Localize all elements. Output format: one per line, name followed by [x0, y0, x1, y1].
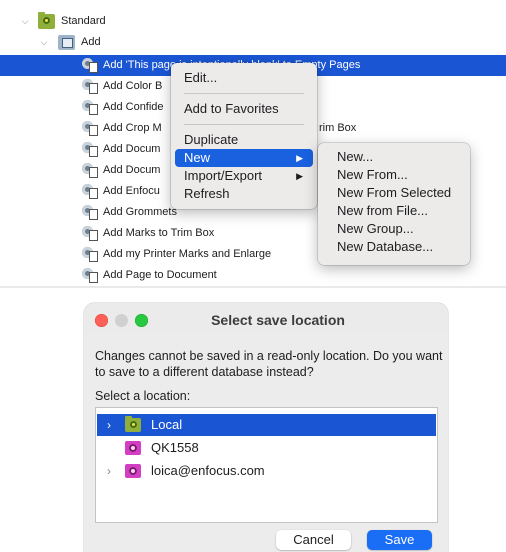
tree-row-add-category[interactable]: ⌵ Add — [0, 32, 506, 53]
tree-row-label: Add Docum — [103, 164, 161, 176]
menu-item-label: Add to Favorites — [184, 101, 279, 116]
menu-item-label: New From... — [337, 167, 408, 182]
menu-item-label: New... — [337, 149, 374, 164]
location-label: loica@enfocus.com — [151, 463, 265, 478]
tree-row-label: Add — [81, 36, 101, 48]
tree-row-label: Add Page to Document — [103, 269, 217, 281]
dialog-titlebar: Select save location — [84, 303, 448, 333]
folder-icon — [125, 416, 141, 432]
folder-icon — [38, 12, 55, 29]
tree-row-label: Add Marks to Trim Box — [103, 227, 215, 239]
location-row-local[interactable]: › Local — [97, 414, 436, 436]
submenu-item-new-group[interactable]: New Group... — [322, 220, 466, 238]
menu-separator — [184, 93, 304, 94]
submenu-arrow-icon: ▶ — [296, 153, 303, 163]
action-list-icon — [82, 142, 98, 157]
dialog-title: Select save location — [211, 312, 345, 328]
tree-row-label: Add Color B — [103, 80, 163, 92]
menu-item-label: New Group... — [337, 221, 414, 236]
action-list-icon — [82, 121, 98, 136]
database-icon — [125, 464, 141, 478]
location-row-qk1558[interactable]: QK1558 — [97, 437, 436, 459]
menu-item-label: Refresh — [184, 186, 230, 201]
menu-item-label: Edit... — [184, 70, 218, 85]
action-list-icon — [82, 247, 98, 262]
menu-item-label: New — [184, 150, 211, 165]
menu-item-label: New Database... — [337, 239, 434, 254]
submenu-item-new-from[interactable]: New From... — [322, 166, 466, 184]
menu-item-import-export[interactable]: Import/Export ▶ — [175, 167, 313, 185]
submenu-item-new[interactable]: New... — [322, 148, 466, 166]
tree-row-label: Add Confide — [103, 101, 164, 113]
action-list-icon — [82, 58, 98, 73]
location-row-loica[interactable]: › loica@enfocus.com — [97, 460, 436, 482]
category-icon — [58, 35, 75, 50]
chevron-right-icon[interactable]: › — [103, 414, 115, 436]
submenu-arrow-icon: ▶ — [296, 171, 303, 181]
action-list-icon — [82, 268, 98, 283]
menu-item-label: New from File... — [337, 203, 429, 218]
action-list-icon — [82, 100, 98, 115]
menu-item-label: Import/Export — [184, 168, 263, 183]
location-list[interactable]: › Local QK1558 › loica@enfocus.com — [95, 407, 438, 523]
submenu-item-new-from-file[interactable]: New from File... — [322, 202, 466, 220]
tree-row-label-tail: rim Box — [319, 122, 357, 134]
chevron-down-icon[interactable]: ⌵ — [38, 32, 50, 53]
new-submenu: New... New From... New From Selected New… — [318, 143, 470, 265]
menu-item-label: Duplicate — [184, 132, 239, 147]
tree-row-action[interactable]: Add Page to Document — [0, 265, 506, 286]
action-list-icon — [82, 226, 98, 241]
menu-item-label: New From Selected — [337, 185, 452, 200]
location-list-caption: Select a location: — [95, 389, 191, 403]
menu-item-edit[interactable]: Edit... — [175, 69, 313, 87]
select-save-location-dialog: Select save location Changes cannot be s… — [84, 303, 448, 552]
tree-row-label: Add Grommets — [103, 206, 177, 218]
tree-row-label: Add Docum — [103, 143, 161, 155]
save-button[interactable]: Save — [367, 530, 432, 550]
menu-separator — [184, 124, 304, 125]
context-menu: Edit... Add to Favorites Duplicate New ▶ … — [171, 63, 317, 209]
tree-row-label: Add my Printer Marks and Enlarge — [103, 248, 272, 260]
tree-row-label: Add Enfocu — [103, 185, 160, 197]
database-icon — [125, 441, 141, 455]
tree-row-standard[interactable]: ⌵ Standard — [0, 11, 506, 32]
menu-item-add-to-favorites[interactable]: Add to Favorites — [175, 100, 313, 118]
menu-item-refresh[interactable]: Refresh — [175, 185, 313, 203]
action-list-icon — [82, 184, 98, 199]
action-list-icon — [82, 205, 98, 220]
location-label: QK1558 — [151, 440, 199, 455]
cancel-button[interactable]: Cancel — [276, 530, 351, 550]
submenu-item-new-database[interactable]: New Database... — [322, 238, 466, 256]
chevron-down-icon[interactable]: ⌵ — [19, 11, 31, 32]
chevron-right-icon[interactable]: › — [103, 460, 115, 482]
menu-item-new[interactable]: New ▶ — [175, 149, 313, 167]
preset-tree[interactable]: ⌵ Standard ⌵ Add Add 'This page is inten… — [0, 0, 506, 288]
dialog-message: Changes cannot be saved in a read-only l… — [95, 349, 443, 379]
location-label: Local — [151, 417, 183, 432]
menu-item-duplicate[interactable]: Duplicate — [175, 131, 313, 149]
action-list-icon — [82, 163, 98, 178]
submenu-item-new-from-selected[interactable]: New From Selected — [322, 184, 466, 202]
tree-row-label: Standard — [61, 15, 106, 27]
tree-row-label: Add Crop M — [103, 122, 162, 134]
action-list-icon — [82, 79, 98, 94]
